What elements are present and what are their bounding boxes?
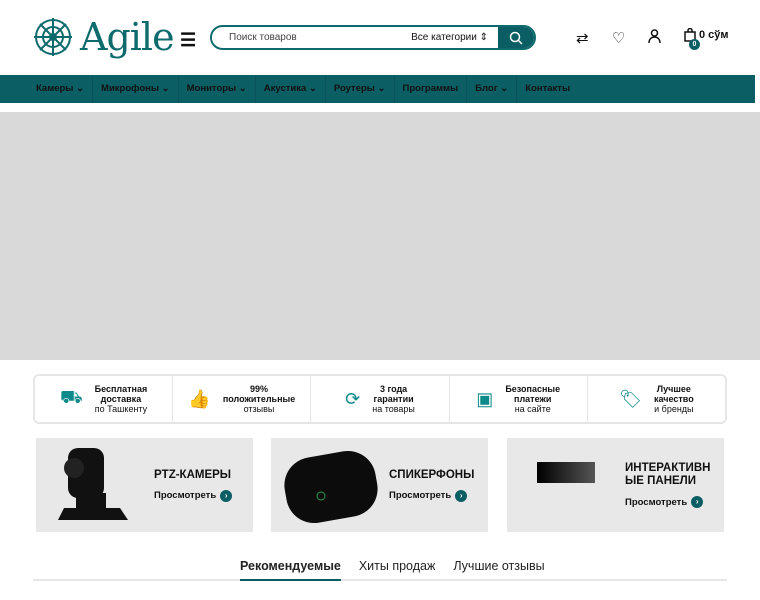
category-card-speakerphones[interactable]: СПИКЕРФОНЫ Просмотреть › bbox=[271, 438, 488, 532]
nav-item-contacts[interactable]: Контакты bbox=[517, 75, 578, 103]
category-select[interactable]: Все категории ⇕ bbox=[411, 32, 488, 43]
category-label: Все категории bbox=[411, 32, 477, 43]
feature-quality: 🏷 Лучшее качество и бренды bbox=[619, 384, 694, 414]
search-button[interactable] bbox=[498, 27, 534, 48]
cart-total: 0 сўм bbox=[699, 29, 729, 41]
compare-icon[interactable]: ⇄ bbox=[576, 29, 589, 47]
product-tabs: Рекомендуемые Хиты продаж Лучшие отзывы bbox=[240, 559, 545, 581]
thumbs-up-icon: 👍 bbox=[188, 388, 211, 409]
tab-top-rated[interactable]: Лучшие отзывы bbox=[453, 559, 544, 581]
card-title: PTZ-КАМЕРЫ bbox=[154, 468, 232, 481]
cart-count-badge: 0 bbox=[689, 39, 700, 50]
cart-button[interactable]: 0 0 сўм bbox=[684, 28, 729, 50]
hero-banner-placeholder bbox=[0, 112, 760, 360]
search-icon bbox=[509, 31, 523, 45]
search-bar: Все категории ⇕ bbox=[210, 25, 536, 50]
logo-ornament-icon bbox=[34, 18, 72, 56]
truck-icon: ⛟ bbox=[59, 387, 83, 407]
search-input[interactable] bbox=[212, 32, 412, 43]
view-link[interactable]: Просмотреть › bbox=[625, 496, 705, 508]
nav-item-software[interactable]: Программы bbox=[395, 75, 468, 103]
speakerphone-image bbox=[284, 450, 378, 524]
chevron-right-icon: › bbox=[691, 496, 704, 508]
ptz-camera-image bbox=[58, 448, 128, 520]
user-icon[interactable] bbox=[648, 29, 661, 47]
logo-text: Agile bbox=[80, 15, 175, 59]
nav-item-monitors[interactable]: Мониторы ⌄ bbox=[179, 75, 256, 103]
refresh-icon: ⟳ bbox=[345, 388, 361, 409]
nav-item-cameras[interactable]: Камеры ⌄ bbox=[28, 75, 94, 103]
tab-recommended[interactable]: Рекомендуемые bbox=[240, 559, 341, 581]
nav-item-routers[interactable]: Роутеры ⌄ bbox=[326, 75, 395, 103]
card-title: ИНТЕРАКТИВН ЫЕ ПАНЕЛИ bbox=[625, 462, 711, 487]
secure-payment-icon: ▣ bbox=[476, 388, 494, 409]
feature-warranty: ⟳ 3 года гарантии на товары bbox=[311, 376, 450, 422]
category-card-panels[interactable]: ИНТЕРАКТИВН ЫЕ ПАНЕЛИ Просмотреть › bbox=[507, 438, 724, 532]
card-title: СПИКЕРФОНЫ bbox=[389, 468, 475, 481]
features-bar: ⛟ Бесплатная доставка по Ташкенту 👍 99% полож… bbox=[33, 374, 727, 424]
logo[interactable]: Agile bbox=[32, 15, 175, 59]
main-nav: Камеры ⌄ Микрофоны ⌄ Мониторы ⌄ Акустика… bbox=[0, 75, 755, 103]
nav-item-acoustics[interactable]: Акустика ⌄ bbox=[256, 75, 326, 103]
category-card-ptz[interactable]: PTZ-КАМЕРЫ Просмотреть › bbox=[36, 438, 253, 532]
feature-delivery: ⛟ Бесплатная доставка по Ташкенту bbox=[35, 376, 174, 422]
heart-icon[interactable]: ♡ bbox=[612, 29, 625, 47]
nav-item-blog[interactable]: Блог ⌄ bbox=[467, 75, 518, 103]
interactive-panel-image bbox=[537, 462, 595, 483]
tag-icon: 🏷 bbox=[619, 388, 642, 409]
view-link[interactable]: Просмотреть › bbox=[389, 489, 474, 502]
chevron-right-icon: › bbox=[455, 489, 468, 502]
feature-payments: ▣ Безопасные платежи на сайте bbox=[450, 376, 588, 422]
view-link[interactable]: Просмотреть › bbox=[154, 489, 233, 502]
menu-icon[interactable]: ☰ bbox=[180, 30, 196, 51]
nav-item-microphones[interactable]: Микрофоны ⌄ bbox=[93, 75, 179, 103]
tab-bestsellers[interactable]: Хиты продаж bbox=[359, 559, 436, 581]
chevron-right-icon: › bbox=[220, 489, 233, 502]
feature-reviews: 👍 99% положительные отзывы bbox=[173, 376, 312, 422]
